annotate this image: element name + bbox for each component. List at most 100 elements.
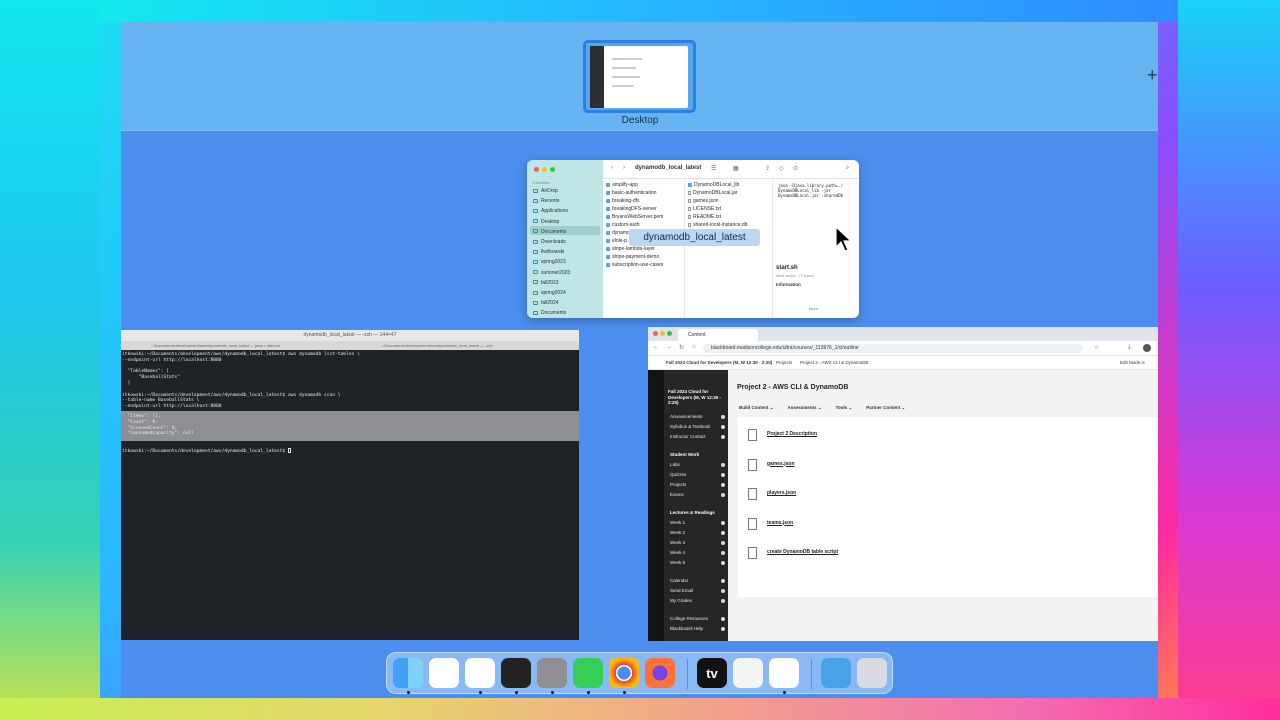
nav-item[interactable]: Week 4 (670, 550, 685, 555)
back-icon[interactable]: ‹ (611, 165, 613, 171)
sidebar-item[interactable]: Applications (533, 208, 568, 214)
file-list-item[interactable]: DynamoDBLocal_lib (688, 182, 739, 188)
folder-icon[interactable] (821, 658, 851, 688)
nav-item[interactable]: Instructor Contact (670, 434, 706, 439)
nav-item[interactable]: Announcements (670, 414, 703, 419)
close-icon[interactable] (534, 167, 539, 172)
breadcrumb-projects[interactable]: Projects (776, 360, 792, 365)
finder-icon[interactable] (393, 658, 423, 688)
terminal-tab-2[interactable]: ~/Documents/development/aws/dynamodb_loc… (381, 343, 493, 348)
file-list-item[interactable]: basic-authentication (606, 190, 656, 196)
slack-icon[interactable] (429, 658, 459, 688)
zoom-icon[interactable] (550, 167, 555, 172)
content-menu-item[interactable]: Partner Content ⌄ (866, 405, 905, 410)
content-item[interactable]: Project 2 Description (748, 427, 1148, 451)
sidebar-item[interactable]: llwitkowski (533, 249, 564, 255)
nav-item[interactable]: Send Email (670, 588, 693, 593)
more-icon[interactable]: ⊙ (793, 165, 798, 172)
sidebar-item[interactable]: fall2023 (533, 280, 559, 286)
nav-item[interactable]: Week 3 (670, 540, 685, 545)
firefox-icon[interactable] (645, 658, 675, 688)
sidebar-item[interactable]: Recents (533, 198, 559, 204)
file-list-item[interactable]: BryansWebServer.pem (606, 214, 663, 220)
edit-mode-label[interactable]: Edit Mode is (1120, 360, 1145, 365)
nav-item[interactable]: Blackboard Help (670, 626, 703, 631)
star-icon[interactable]: ☆ (1094, 344, 1099, 351)
reload-icon[interactable]: ↻ (679, 344, 684, 351)
content-item[interactable]: players.json (748, 486, 1148, 510)
content-item-link[interactable]: create DynamoDB table script (767, 549, 838, 555)
file-list-item[interactable]: DynamoDBLocal.jar (688, 190, 737, 196)
file-list-item[interactable]: amplify-app (606, 182, 638, 188)
content-item[interactable]: games.json (748, 457, 1148, 481)
sidebar-item[interactable]: AirDrop (533, 188, 558, 194)
terminal-prompt[interactable]: itkowski:~/Documents/development/aws/dyn… (122, 448, 291, 454)
preview-more-button[interactable]: More... (809, 306, 821, 311)
list-view-icon[interactable]: ☰ (711, 165, 716, 172)
close-icon[interactable] (653, 331, 658, 336)
sidebar-item[interactable]: Downloads (533, 239, 566, 245)
nav-item[interactable]: Calendar (670, 578, 688, 583)
desktop-space-thumbnail[interactable] (583, 40, 696, 113)
vscode-icon[interactable] (465, 658, 495, 688)
nav-item[interactable]: Projects (670, 482, 686, 487)
content-item-link[interactable]: games.json (767, 461, 795, 467)
back-icon[interactable]: ← (653, 344, 659, 350)
sidebar-item[interactable]: Desktop (533, 219, 559, 225)
zoom-icon[interactable] (667, 331, 672, 336)
nav-item[interactable]: My Grades (670, 598, 692, 603)
nav-item[interactable]: Labs (670, 462, 680, 467)
avatar[interactable] (1143, 344, 1151, 352)
file-list-item[interactable]: README.txt (688, 214, 721, 220)
content-menu-item[interactable]: Build Content ⌄ (739, 405, 774, 410)
file-list-item[interactable]: elnle-p... (606, 238, 631, 244)
content-item-link[interactable]: teams.json (767, 520, 793, 526)
tag-icon[interactable]: ◇ (779, 165, 784, 172)
sidebar-item[interactable]: fall2024 (533, 300, 559, 306)
appletv-icon[interactable]: tv (697, 658, 727, 688)
file-list-item[interactable]: breaking-dfs (606, 198, 640, 204)
browser-tab[interactable]: Content (678, 329, 758, 341)
content-menu-item[interactable]: Tools ⌄ (836, 405, 853, 410)
file-list-item[interactable]: shared-local-instance.db (688, 222, 747, 228)
download-icon[interactable]: ⤓ (1128, 344, 1131, 351)
url-field[interactable]: blackboard.madisoncollege.edu/ultra/cour… (703, 344, 1083, 353)
content-item-link[interactable]: Project 2 Description (767, 431, 817, 437)
forward-icon[interactable]: › (623, 165, 625, 171)
add-space-button[interactable]: + (1147, 65, 1158, 86)
messages-icon[interactable] (573, 658, 603, 688)
system-settings-icon[interactable] (537, 658, 567, 688)
nav-item[interactable]: Week 1 (670, 520, 685, 525)
forward-icon[interactable]: → (666, 344, 672, 350)
file-list-item[interactable]: subscription-use-cases (606, 262, 663, 268)
nav-item[interactable]: Exams (670, 492, 684, 497)
nav-item[interactable]: Syllabus & Textbook (670, 424, 710, 429)
nav-item[interactable]: Quizzes (670, 472, 686, 477)
minimize-icon[interactable] (542, 167, 547, 172)
trash-icon[interactable] (857, 658, 887, 688)
home-icon[interactable]: ⌂ (692, 344, 696, 350)
share-icon[interactable]: ⇪ (765, 165, 770, 172)
file-list-item[interactable]: games.json (688, 198, 719, 204)
terminal-icon[interactable] (501, 658, 531, 688)
textedit-icon[interactable] (733, 658, 763, 688)
chrome-icon[interactable] (609, 658, 639, 688)
content-item[interactable]: create DynamoDB table script (748, 545, 1148, 569)
content-item[interactable]: teams.json (748, 516, 1148, 540)
sidebar-item[interactable]: spring2024 (533, 290, 566, 296)
grid-view-icon[interactable]: ▦ (733, 165, 739, 172)
sidebar-item[interactable]: spring2023 (533, 259, 566, 265)
minimize-icon[interactable] (660, 331, 665, 336)
nav-item[interactable]: Week 2 (670, 530, 685, 535)
file-list-item[interactable]: stripe-payment-demo (606, 254, 659, 260)
sidebar-item[interactable]: Documents (533, 229, 566, 235)
terminal-window[interactable]: dynamodb_local_latest — -zsh — 144×47 ~/… (121, 330, 579, 640)
camtasia-icon[interactable] (769, 658, 799, 688)
sidebar-item[interactable]: Documents (533, 310, 566, 316)
nav-item[interactable]: Week 5 (670, 560, 685, 565)
file-list-item[interactable]: LICENSE.txt (688, 206, 721, 212)
sidebar-item[interactable]: summer2023 (533, 270, 570, 276)
search-icon[interactable]: ⌕ (846, 165, 849, 172)
nav-item[interactable]: College Resources (670, 616, 708, 621)
content-menu-item[interactable]: Assessments ⌄ (788, 405, 822, 410)
